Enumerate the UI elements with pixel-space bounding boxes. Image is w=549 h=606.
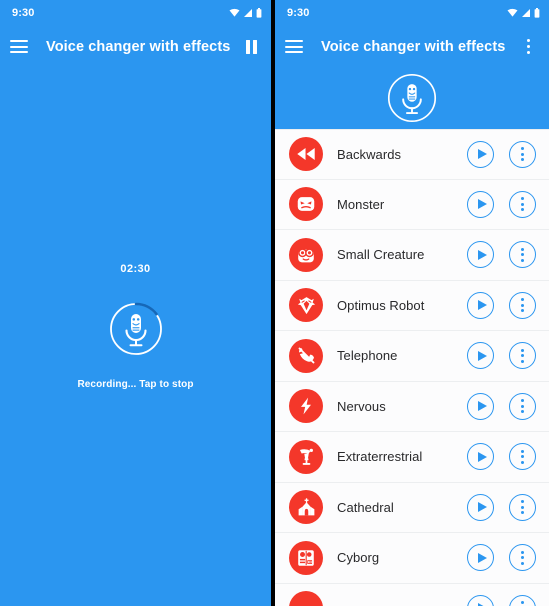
list-item[interactable]: Nervous [275, 381, 549, 432]
status-bar-right: 9:30 [275, 0, 549, 26]
list-item[interactable]: Extraterrestrial [275, 432, 549, 483]
list-item[interactable]: Cathedral [275, 482, 549, 533]
more-options-button[interactable] [509, 493, 536, 521]
battery-icon [534, 8, 540, 18]
wifi-icon [229, 8, 240, 17]
effect-name: Cyborg [337, 550, 380, 566]
status-bar-system-icons [229, 8, 262, 18]
more-options-button[interactable] [509, 241, 536, 269]
play-icon [477, 401, 487, 412]
recording-status-text: Recording... Tap to stop [77, 379, 194, 390]
more-options-button[interactable] [509, 544, 536, 572]
phone-right-effects-list: 9:30 Voice changer with effects Backward… [275, 0, 549, 606]
play-icon [477, 350, 487, 361]
rewind-icon [289, 137, 323, 172]
page-title: Voice changer with effects [321, 38, 506, 55]
play-icon [477, 502, 487, 513]
recording-body: 02:30 Recording... Tap to stop [0, 67, 271, 606]
play-icon [477, 451, 487, 462]
telephone-handset-icon [289, 338, 323, 373]
recording-timer: 02:30 [120, 263, 151, 275]
play-button[interactable] [467, 594, 494, 606]
play-icon [477, 300, 487, 311]
effect-name: Small Creature [337, 247, 425, 263]
more-options-button[interactable] [509, 190, 536, 218]
play-button[interactable] [467, 342, 494, 370]
battery-icon [256, 8, 262, 18]
hamburger-icon[interactable] [285, 36, 307, 58]
play-icon [477, 199, 487, 210]
signal-icon [244, 9, 252, 17]
lightning-bolt-icon [289, 389, 323, 424]
status-bar-clock: 9:30 [287, 7, 310, 19]
effects-list[interactable]: Backwards Monster Small Creature Optimus… [275, 129, 549, 606]
app-bar-right: Voice changer with effects [275, 26, 549, 67]
status-bar-clock: 9:30 [12, 7, 35, 19]
effect-name: Monster [337, 196, 385, 212]
play-button[interactable] [467, 443, 494, 471]
record-stop-button[interactable] [108, 301, 164, 357]
app-bar-left: Voice changer with effects [0, 26, 271, 67]
effect-name: Backwards [337, 146, 402, 162]
list-item[interactable]: Cyborg [275, 533, 549, 584]
effect-name: Cathedral [337, 499, 394, 515]
more-options-button[interactable] [509, 392, 536, 420]
dual-phone-screenshot: 9:30 Voice changer with effects 02:30 Re… [0, 0, 549, 606]
more-options-button[interactable] [509, 140, 536, 168]
microphone-icon [109, 302, 162, 355]
monster-face-icon [289, 187, 323, 222]
alien-ray-gun-icon [289, 439, 323, 474]
overflow-menu-icon[interactable] [519, 36, 537, 58]
play-icon [477, 149, 487, 160]
effect-name: Extraterrestrial [337, 449, 423, 465]
more-options-button[interactable] [509, 291, 536, 319]
record-button[interactable] [386, 72, 438, 124]
church-icon [289, 490, 323, 525]
more-options-button[interactable] [509, 594, 536, 606]
record-button-header [275, 67, 549, 129]
play-button[interactable] [467, 544, 494, 572]
small-creature-face-icon [289, 237, 323, 272]
play-button[interactable] [467, 241, 494, 269]
list-item[interactable] [275, 583, 549, 606]
play-icon [477, 552, 487, 563]
more-options-button[interactable] [509, 443, 536, 471]
signal-icon [522, 9, 530, 17]
page-title: Voice changer with effects [46, 38, 231, 55]
status-bar-left: 9:30 [0, 0, 271, 26]
hamburger-icon[interactable] [10, 36, 32, 58]
recording-center-block: 02:30 Recording... Tap to stop [0, 263, 271, 390]
play-button[interactable] [467, 140, 494, 168]
autobot-icon [289, 288, 323, 323]
more-options-button[interactable] [509, 342, 536, 370]
list-item[interactable]: Monster [275, 179, 549, 230]
partial-row-icon [289, 591, 323, 606]
microphone-icon [387, 73, 437, 123]
play-button[interactable] [467, 493, 494, 521]
wifi-icon [507, 8, 518, 17]
list-item[interactable]: Small Creature [275, 230, 549, 281]
phone-left-recording-screen: 9:30 Voice changer with effects 02:30 Re… [0, 0, 271, 606]
effect-name: Nervous [337, 398, 386, 414]
pause-icon[interactable] [246, 39, 257, 54]
list-item[interactable]: Optimus Robot [275, 280, 549, 331]
effect-name: Optimus Robot [337, 297, 425, 313]
status-bar-system-icons [507, 8, 540, 18]
list-item[interactable]: Telephone [275, 331, 549, 382]
play-icon [477, 249, 487, 260]
effect-name: Telephone [337, 348, 398, 364]
play-button[interactable] [467, 291, 494, 319]
play-button[interactable] [467, 190, 494, 218]
robot-face-icon [289, 540, 323, 575]
list-item[interactable]: Backwards [275, 129, 549, 180]
play-button[interactable] [467, 392, 494, 420]
